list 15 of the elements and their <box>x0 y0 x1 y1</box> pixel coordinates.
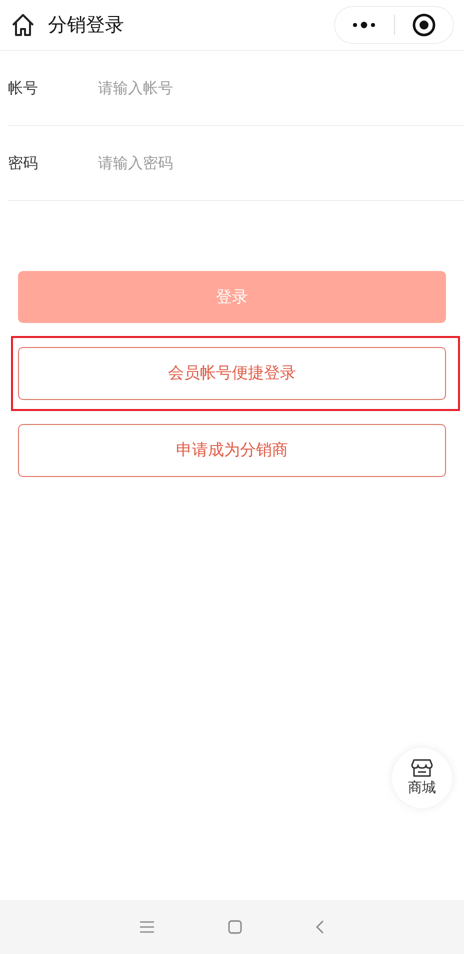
input-field[interactable]: 请输入帐号 <box>96 78 454 98</box>
action-button[interactable]: 会员帐号便捷登录 <box>18 347 446 400</box>
action-button[interactable]: 申请成为分销商 <box>18 424 446 477</box>
input-field[interactable]: 请输入密码 <box>96 153 454 173</box>
menu-icon[interactable] <box>140 921 154 933</box>
page-title: 分销登录 <box>48 13 125 38</box>
back-icon[interactable] <box>316 920 324 934</box>
home-square-icon[interactable] <box>228 920 242 934</box>
field-label: 密码 <box>8 154 39 172</box>
home-icon[interactable] <box>10 12 36 38</box>
login-button[interactable]: 登录 <box>18 271 446 323</box>
store-icon <box>411 759 433 777</box>
more-icon[interactable] <box>352 21 376 29</box>
shop-button[interactable]: 商城 <box>392 748 452 808</box>
field-label: 帐号 <box>8 78 39 98</box>
